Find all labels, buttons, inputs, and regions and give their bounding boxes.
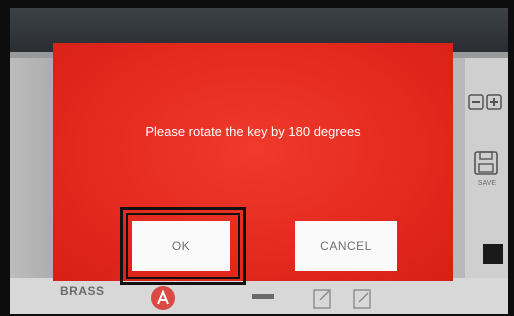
black-square-indicator — [483, 244, 503, 264]
document-edit-icon[interactable] — [352, 286, 374, 310]
right-side-panel: SAVE — [465, 58, 508, 314]
cancel-button[interactable]: CANCEL — [295, 221, 397, 271]
material-badge-icon[interactable] — [150, 285, 176, 311]
ok-highlight-inner-frame — [126, 213, 240, 279]
toolbar-icon[interactable] — [252, 294, 274, 299]
alert-dialog: Please rotate the key by 180 degrees OK … — [53, 43, 453, 281]
save-icon[interactable] — [473, 150, 499, 176]
save-label: SAVE — [477, 180, 497, 187]
edit-icon[interactable] — [312, 286, 334, 310]
dialog-message: Please rotate the key by 180 degrees — [145, 124, 361, 139]
zoom-icon[interactable] — [468, 94, 502, 110]
material-label: BRASS — [60, 284, 105, 298]
